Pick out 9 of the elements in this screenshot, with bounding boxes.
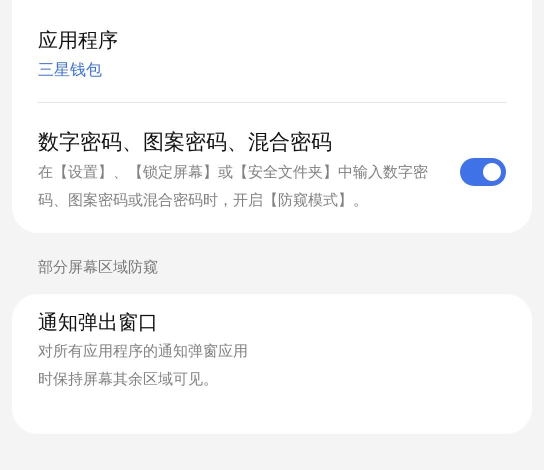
setting-title: 应用程序 — [38, 29, 119, 54]
section-header: 部分屏幕区域防窥 — [37, 258, 159, 278]
setting-title: 通知弹出窗口 — [38, 311, 159, 336]
setting-description: 时保持屏幕其余区域可见。 — [38, 370, 219, 390]
setting-value: 三星钱包 — [38, 61, 103, 81]
setting-description: 对所有应用程序的通知弹窗应用 — [38, 342, 249, 362]
setting-title: 数字密码、图案密码、混合密码 — [38, 130, 333, 156]
setting-description: 在【设置】、【锁定屏幕】或【安全文件夹】中输入数字密码、图案密码或混合密码时，开启【防窥模式】。 — [38, 163, 429, 211]
toggle-switch[interactable] — [460, 158, 506, 186]
